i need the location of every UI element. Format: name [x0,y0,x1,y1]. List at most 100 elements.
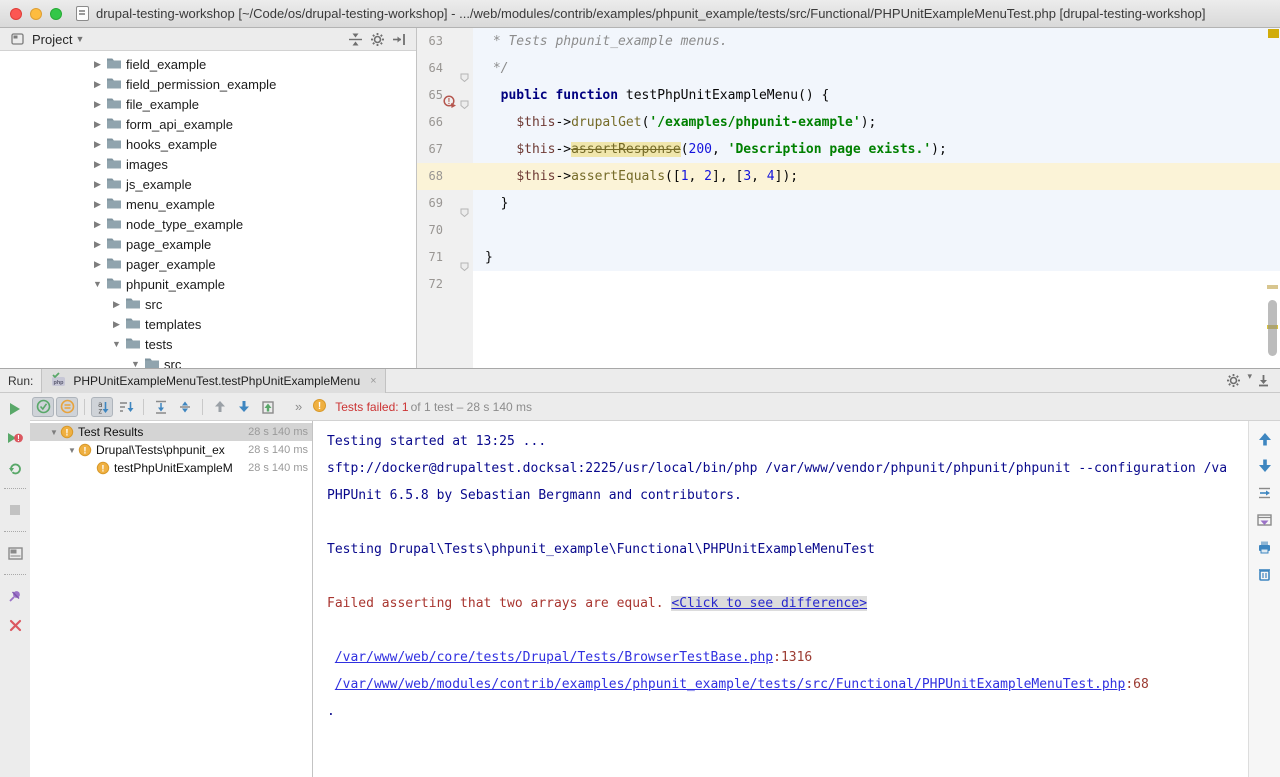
code-line-text[interactable]: $this->assertEquals([1, 2], [3, 4]); [473,163,1280,190]
expand-all-icon[interactable] [150,397,172,417]
project-tree-item-hooks_example[interactable]: ▶hooks_example [0,134,416,154]
editor-gutter: 65! [417,82,473,109]
print-icon[interactable] [1254,537,1276,557]
project-tree-item-pager_example[interactable]: ▶ pager_example [0,254,416,274]
code-line-text[interactable] [473,217,1280,244]
code-line-text[interactable]: $this->drupalGet('/examples/phpunit-exam… [473,109,1280,136]
up-stacktrace-icon[interactable] [1254,429,1276,449]
clear-all-icon[interactable] [1254,564,1276,584]
chevron-expanded-icon[interactable]: ▼ [110,339,123,349]
test-tree-item[interactable]: ▼!Drupal\Tests\phpunit_ex 28 s 140 ms [30,441,312,459]
zoom-window-icon[interactable] [50,8,62,20]
chevron-collapsed-icon[interactable]: ▶ [91,179,104,190]
project-tree-item-images[interactable]: ▶images [0,154,416,174]
project-panel: Project ▼ ▶field_example▶field_permissio… [0,28,417,368]
run-configuration-tab[interactable]: php PHPUnitExampleMenuTest.testPhpUnitEx… [41,369,385,393]
chevron-collapsed-icon[interactable]: ▶ [91,219,104,230]
sort-by-duration-icon[interactable] [115,397,137,417]
test-tree-item[interactable]: ▼!Test Results28 s 140 ms [30,423,312,441]
code-line-text[interactable]: * Tests phpunit_example menus. [473,28,1280,55]
chevron-collapsed-icon[interactable]: ▶ [91,59,104,70]
collapse-all-icon[interactable] [174,397,196,417]
chevron-collapsed-icon[interactable]: ▶ [110,319,123,330]
code-editor[interactable]: 63 * Tests phpunit_example menus.64 */65… [417,28,1280,368]
export-test-results-icon[interactable] [1254,510,1276,530]
project-tree-item-phpunit_example[interactable]: ▼phpunit_example [0,274,416,294]
chevron-down-icon[interactable]: ▼ [75,34,84,44]
chevron-collapsed-icon[interactable]: ▶ [91,159,104,170]
rerun-icon[interactable] [4,399,26,419]
project-tree-item-src[interactable]: ▶src [0,294,416,314]
project-tree-item-templates[interactable]: ▶templates [0,314,416,334]
select-opened-file-icon[interactable] [344,29,366,49]
project-tree-item-src[interactable]: ▼src [0,354,416,368]
project-tree-item-menu_example[interactable]: ▶menu_example [0,194,416,214]
console-hyperlink[interactable]: /var/www/web/core/tests/Drupal/Tests/Bro… [335,650,773,665]
toggle-auto-test-icon[interactable] [4,457,26,477]
chevron-collapsed-icon[interactable]: ▶ [91,79,104,90]
project-tree-item-tests[interactable]: ▼tests [0,334,416,354]
import-test-results-icon[interactable] [257,397,279,417]
close-tab-icon[interactable]: × [370,375,376,387]
test-console-output[interactable]: Testing started at 13:25 ...sftp://docke… [313,421,1248,777]
chevron-collapsed-icon[interactable]: ▶ [91,119,104,130]
close-window-icon[interactable] [10,8,22,20]
chevron-collapsed-icon[interactable]: ▶ [91,139,104,150]
console-hyperlink[interactable]: /var/www/web/modules/contrib/examples/ph… [335,677,1126,692]
close-x-icon[interactable] [4,615,26,635]
chevron-collapsed-icon[interactable]: ▶ [91,259,104,270]
chevron-collapsed-icon[interactable]: ▶ [110,299,123,310]
show-ignored-icon[interactable] [56,397,78,417]
minimize-window-icon[interactable] [30,8,42,20]
inspection-indicator-icon[interactable] [1268,29,1279,38]
down-stacktrace-icon[interactable] [1254,456,1276,476]
project-tree-item-js_example[interactable]: ▶js_example [0,174,416,194]
test-tree-item[interactable]: !testPhpUnitExampleM28 s 140 ms [30,459,312,477]
project-tree-item-field_example[interactable]: ▶field_example [0,54,416,74]
hide-down-icon[interactable] [1252,371,1274,391]
project-tree-item-node_type_example[interactable]: ▶node_type_example [0,214,416,234]
chevron-collapsed-icon[interactable]: ▶ [91,199,104,210]
run-tab-bar: Run: php PHPUnitExampleMenuTest.testPhpU… [0,369,1280,393]
show-passed-icon[interactable] [32,397,54,417]
code-line-text[interactable] [473,271,1280,298]
jump-to-source-icon[interactable] [1254,483,1276,503]
settings-icon[interactable] [366,29,388,49]
code-line-text[interactable]: */ [473,55,1280,82]
rerun-failed-icon[interactable]: ! [4,428,26,448]
editor-scrollbar-thumb[interactable] [1268,300,1277,356]
next-occurrence-icon[interactable] [233,397,255,417]
more-chevron-icon[interactable]: » [295,399,302,414]
code-line-text[interactable]: } [473,190,1280,217]
console-hyperlink[interactable]: <Click to see difference> [671,596,867,611]
chevron-expanded-icon[interactable]: ▼ [91,279,104,289]
code-line-text[interactable]: public function testPhpUnitExampleMenu()… [473,82,1280,109]
chevron-expanded-icon[interactable]: ▼ [66,446,78,455]
line-number: 68 [417,163,443,190]
project-tool-window-icon [8,30,28,48]
previous-occurrence-icon[interactable] [209,397,231,417]
project-panel-title[interactable]: Project [32,32,72,47]
collapse-panel-icon[interactable] [388,29,410,49]
project-tree-item-file_example[interactable]: ▶file_example [0,94,416,114]
restore-layout-icon[interactable] [4,543,26,563]
pin-icon[interactable] [4,586,26,606]
stop-icon[interactable] [4,500,26,520]
chevron-expanded-icon[interactable]: ▼ [129,359,142,368]
tree-item-label: pager_example [126,257,216,272]
editor-gutter: 70 [417,217,473,244]
code-line-text[interactable]: } [473,244,1280,271]
project-tree-item-field_permission_example[interactable]: ▶field_permission_example [0,74,416,94]
error-stripe-warning-mark[interactable] [1267,285,1278,289]
editor-empty-area[interactable] [473,298,1280,368]
project-tree-item-page_example[interactable]: ▶page_example [0,234,416,254]
chevron-collapsed-icon[interactable]: ▶ [91,99,104,110]
settings-icon[interactable] [1222,371,1244,391]
gutter-icon-slot [443,109,458,136]
sort-alphabetically-icon[interactable]: az [91,397,113,417]
test-failed-run-icon[interactable]: ! [443,89,456,102]
project-tree-item-form_api_example[interactable]: ▶form_api_example [0,114,416,134]
chevron-collapsed-icon[interactable]: ▶ [91,239,104,250]
chevron-expanded-icon[interactable]: ▼ [48,428,60,437]
code-line-text[interactable]: $this->assertResponse(200, 'Description … [473,136,1280,163]
